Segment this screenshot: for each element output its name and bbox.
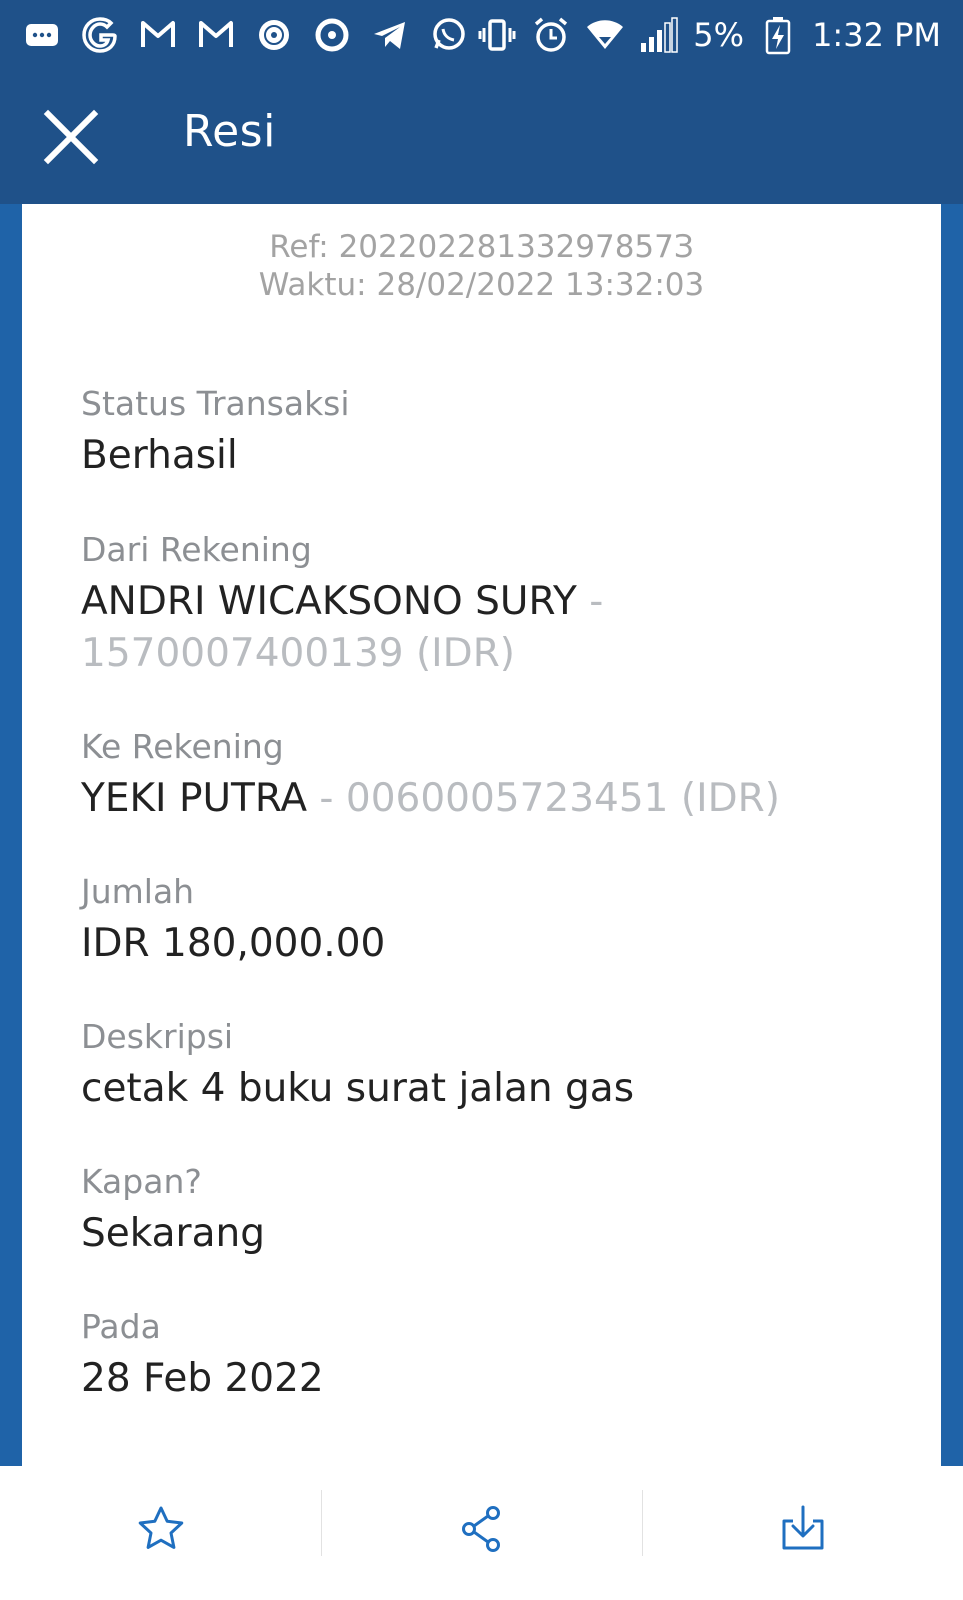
from-account-number: 1570007400139 (IDR) [81,631,516,676]
when-field: Kapan? Sekarang [81,1162,921,1260]
gmail-icon [196,15,236,55]
status-label: Status Transaksi [81,384,350,423]
description-value: cetak 4 buku surat jalan gas [81,1066,635,1111]
app-bar: Resi [0,70,963,204]
description-label: Deskripsi [81,1017,234,1056]
amount-label: Jumlah [81,872,195,911]
close-icon [43,109,99,165]
to-account-number: - 0060005723451 (IDR) [307,776,780,821]
download-button[interactable] [642,1466,963,1600]
from-account-value: ANDRI WICAKSONO SURY - 1570007400139 (ID… [81,576,921,680]
from-account-label: Dari Rekening [81,530,312,569]
page-title: Resi [183,106,276,157]
favorite-button[interactable] [0,1466,321,1600]
signal-icon [639,15,679,55]
from-account-separator: - [576,579,604,624]
opera-icon [312,15,352,55]
status-bar: 5% 1:32 PM [0,0,963,70]
to-account-value: YEKI PUTRA - 0060005723451 (IDR) [81,773,921,825]
date-label: Pada [81,1307,161,1346]
whatsapp-icon [428,15,468,55]
favorite-star-icon [138,1506,183,1549]
quran-app-icon [254,15,294,55]
to-account-name: YEKI PUTRA [81,776,308,821]
when-label: Kapan? [81,1162,202,1201]
share-button[interactable] [321,1466,642,1600]
battery-percent: 5% [693,16,745,54]
to-account-field: Ke Rekening YEKI PUTRA - 0060005723451 (… [81,727,921,825]
transaction-time: Waktu: 28/02/2022 13:32:03 [258,267,705,303]
reference-number: Ref: 20220228133297857З [269,229,694,265]
when-value: Sekarang [81,1211,265,1256]
amount-field: Jumlah IDR 180,000.00 [81,872,921,970]
chat-bubble-icon [22,15,62,55]
to-account-label: Ke Rekening [81,727,284,766]
status-value: Berhasil [81,433,238,478]
from-account-name: ANDRI WICAKSONO SURY [81,579,577,624]
battery-charging-icon [758,15,798,55]
share-icon [461,1506,500,1552]
google-icon [80,15,120,55]
date-value: 28 Feb 2022 [81,1356,324,1401]
system-status: 5% 1:32 PM [477,15,941,55]
notification-icons [22,15,468,55]
gmail-icon [138,15,178,55]
receipt-card: Ref: 20220228133297857З Waktu: 28/02/202… [22,204,941,1466]
amount-value: IDR 180,000.00 [81,921,386,966]
status-field: Status Transaksi Berhasil [81,384,921,482]
reference-block: Ref: 20220228133297857З Waktu: 28/02/202… [22,228,941,304]
alarm-icon [531,15,571,55]
vibrate-icon [477,15,517,55]
download-icon [782,1505,823,1550]
telegram-icon [370,15,410,55]
bottom-action-bar [0,1466,963,1600]
close-button[interactable] [40,106,102,168]
from-account-field: Dari Rekening ANDRI WICAKSONO SURY - 157… [81,530,921,680]
wifi-icon [585,15,625,55]
clock: 1:32 PM [812,16,941,54]
description-field: Deskripsi cetak 4 buku surat jalan gas [81,1017,921,1115]
date-field: Pada 28 Feb 2022 [81,1307,921,1405]
